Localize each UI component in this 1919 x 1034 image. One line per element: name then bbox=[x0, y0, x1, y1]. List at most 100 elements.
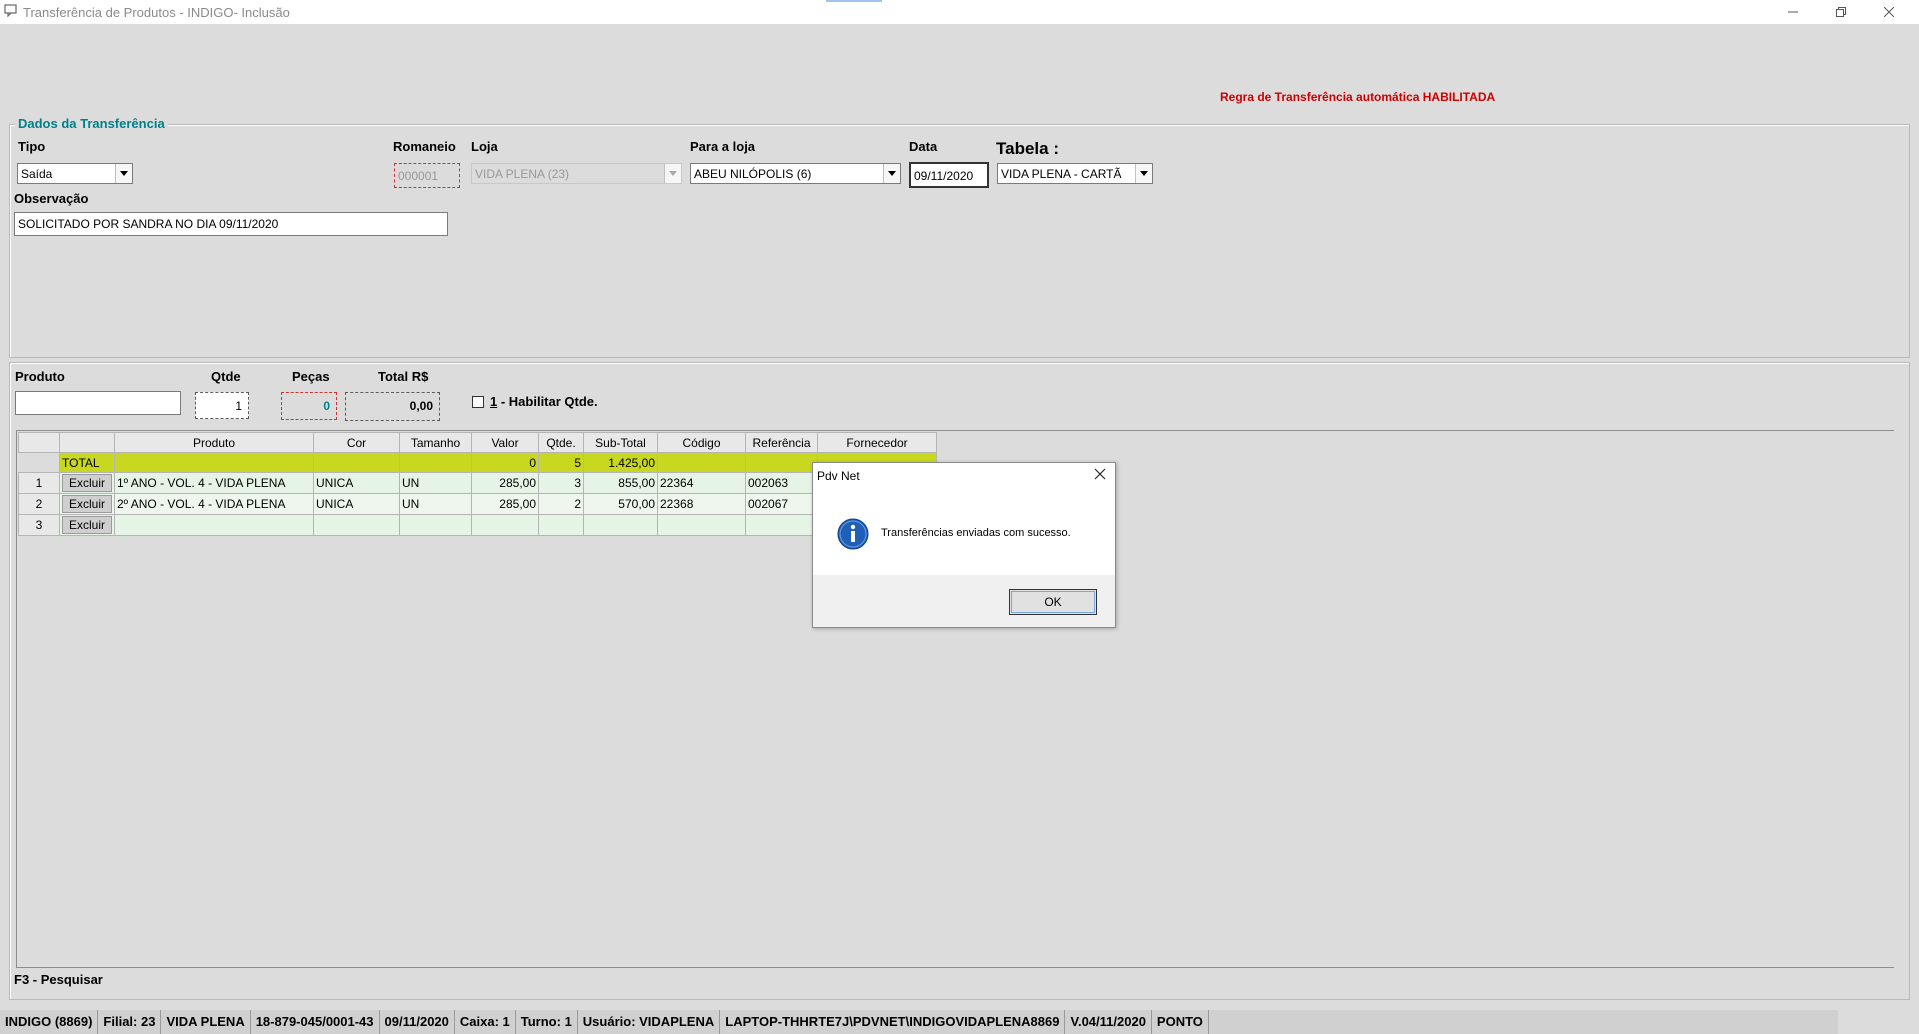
cell-codigo[interactable]: 22368 bbox=[657, 493, 746, 515]
close-icon[interactable] bbox=[1093, 467, 1107, 481]
data-field[interactable]: 09/11/2020 bbox=[909, 162, 989, 188]
tipo-dropdown-button[interactable] bbox=[115, 164, 132, 183]
tabela-label: Tabela : bbox=[996, 139, 1059, 158]
cell-tamanho[interactable]: UN bbox=[399, 493, 472, 515]
status-versao: V.04/11/2020 bbox=[1065, 1010, 1152, 1034]
app-icon bbox=[4, 4, 17, 17]
qtde-label: Qtde bbox=[211, 369, 241, 384]
total-row-codigo bbox=[657, 452, 746, 473]
excluir-button[interactable]: Excluir bbox=[62, 474, 112, 492]
total-field: 0,00 bbox=[345, 392, 440, 421]
loja-dropdown-button bbox=[664, 164, 681, 183]
cell-cor[interactable]: UNICA bbox=[313, 493, 400, 515]
table-row[interactable]: 1 Excluir 1º ANO - VOL. 4 - VIDA PLENA U… bbox=[18, 472, 937, 494]
para-loja-combo[interactable]: ABEU NILÓPOLIS (6) bbox=[690, 163, 901, 184]
col-header-produto[interactable]: Produto bbox=[114, 432, 314, 453]
col-header-cor[interactable]: Cor bbox=[313, 432, 400, 453]
cell-produto[interactable]: 1º ANO - VOL. 4 - VIDA PLENA bbox=[114, 472, 314, 494]
col-header-subtotal[interactable]: Sub-Total bbox=[583, 432, 658, 453]
status-empresa: INDIGO (8869) bbox=[0, 1010, 99, 1034]
col-header-valor[interactable]: Valor bbox=[471, 432, 539, 453]
close-button[interactable] bbox=[1866, 0, 1912, 24]
status-data: 09/11/2020 bbox=[380, 1010, 455, 1034]
products-table: Produto Cor Tamanho Valor Qtde. Sub-Tota… bbox=[18, 432, 937, 536]
cell-tamanho[interactable]: UN bbox=[399, 472, 472, 494]
cell-referencia[interactable]: 002063 bbox=[745, 472, 818, 494]
cell-produto[interactable] bbox=[114, 514, 314, 536]
title-bar: Transferência de Produtos - INDIGO- Incl… bbox=[0, 0, 1919, 24]
status-cnpj: 18-879-045/0001-43 bbox=[251, 1010, 380, 1034]
col-header-codigo[interactable]: Código bbox=[657, 432, 746, 453]
col-header-action bbox=[59, 432, 115, 453]
table-header-row: Produto Cor Tamanho Valor Qtde. Sub-Tota… bbox=[18, 432, 937, 453]
cell-valor[interactable] bbox=[471, 514, 539, 536]
chevron-down-icon bbox=[669, 171, 677, 176]
cell-tamanho[interactable] bbox=[399, 514, 472, 536]
cell-codigo[interactable] bbox=[657, 514, 746, 536]
cell-cor[interactable]: UNICA bbox=[313, 472, 400, 494]
cell-subtotal[interactable]: 855,00 bbox=[583, 472, 658, 494]
col-header-tamanho[interactable]: Tamanho bbox=[399, 432, 472, 453]
status-ponto: PONTO bbox=[1152, 1010, 1209, 1034]
tipo-value: Saída bbox=[21, 167, 53, 181]
total-row-label: TOTAL bbox=[59, 452, 115, 473]
tipo-combo[interactable]: Saída bbox=[17, 163, 133, 184]
status-usuario: Usuário: VIDAPLENA bbox=[578, 1010, 721, 1034]
row-number: 1 bbox=[18, 472, 60, 494]
row-action-cell: Excluir bbox=[59, 472, 115, 494]
loja-combo: VIDA PLENA (23) bbox=[471, 163, 682, 184]
cell-codigo[interactable]: 22364 bbox=[657, 472, 746, 494]
cell-qtde[interactable] bbox=[538, 514, 584, 536]
cell-valor[interactable]: 285,00 bbox=[471, 493, 539, 515]
f3-hint: F3 - Pesquisar bbox=[14, 972, 103, 987]
habilitar-qtde-checkbox[interactable] bbox=[472, 396, 484, 408]
chevron-down-icon bbox=[120, 171, 128, 176]
cell-valor[interactable]: 285,00 bbox=[471, 472, 539, 494]
tipo-label: Tipo bbox=[18, 139, 46, 154]
cell-produto[interactable]: 2º ANO - VOL. 4 - VIDA PLENA bbox=[114, 493, 314, 515]
para-loja-label: Para a loja bbox=[690, 139, 756, 154]
observacao-label: Observação bbox=[14, 191, 89, 206]
row-number: 2 bbox=[18, 493, 60, 515]
observacao-field[interactable]: SOLICITADO POR SANDRA NO DIA 09/11/2020 bbox=[14, 212, 448, 236]
cell-qtde[interactable]: 2 bbox=[538, 493, 584, 515]
para-loja-dropdown-button[interactable] bbox=[883, 164, 900, 183]
cell-subtotal[interactable] bbox=[583, 514, 658, 536]
excluir-button[interactable]: Excluir bbox=[62, 495, 112, 513]
minimize-icon bbox=[1788, 11, 1798, 13]
minimize-button[interactable] bbox=[1770, 0, 1816, 24]
cell-referencia[interactable] bbox=[745, 514, 818, 536]
ok-button[interactable]: OK bbox=[1009, 589, 1097, 615]
status-bar: INDIGO (8869) Filial: 23 VIDA PLENA 18-8… bbox=[0, 1010, 1838, 1034]
total-row-blank bbox=[18, 452, 60, 473]
produto-label: Produto bbox=[15, 369, 65, 384]
table-row[interactable]: 3 Excluir bbox=[18, 514, 937, 536]
restore-button[interactable] bbox=[1818, 0, 1864, 24]
cell-subtotal[interactable]: 570,00 bbox=[583, 493, 658, 515]
table-row[interactable]: 2 Excluir 2º ANO - VOL. 4 - VIDA PLENA U… bbox=[18, 493, 937, 515]
total-row-tamanho bbox=[399, 452, 472, 473]
status-filial: Filial: 23 bbox=[98, 1010, 162, 1034]
col-header-fornecedor[interactable]: Fornecedor bbox=[817, 432, 937, 453]
cell-cor[interactable] bbox=[313, 514, 400, 536]
habilitar-qtde-label[interactable]: 1 - Habilitar Qtde. bbox=[490, 394, 598, 409]
total-row-valor: 0 bbox=[471, 452, 539, 473]
row-action-cell: Excluir bbox=[59, 514, 115, 536]
produto-input[interactable] bbox=[15, 391, 181, 415]
loja-value: VIDA PLENA (23) bbox=[475, 167, 570, 181]
col-header-qtde[interactable]: Qtde. bbox=[538, 432, 584, 453]
window-title: Transferência de Produtos - INDIGO- Incl… bbox=[23, 5, 290, 20]
qtde-input[interactable]: 1 bbox=[195, 392, 249, 419]
restore-icon bbox=[1836, 7, 1846, 17]
total-row-subtotal: 1.425,00 bbox=[583, 452, 658, 473]
col-header-referencia[interactable]: Referência bbox=[745, 432, 818, 453]
cell-qtde[interactable]: 3 bbox=[538, 472, 584, 494]
dialog-title: Pdv Net bbox=[817, 469, 860, 483]
tabela-dropdown-button[interactable] bbox=[1135, 164, 1152, 183]
tabela-combo[interactable]: VIDA PLENA - CARTÃ bbox=[997, 163, 1153, 184]
dados-transferencia-group bbox=[9, 124, 1910, 358]
cell-referencia[interactable]: 002067 bbox=[745, 493, 818, 515]
dados-transferencia-legend: Dados da Transferência bbox=[15, 116, 168, 131]
status-loja: VIDA PLENA bbox=[161, 1010, 251, 1034]
excluir-button[interactable]: Excluir bbox=[62, 516, 112, 534]
